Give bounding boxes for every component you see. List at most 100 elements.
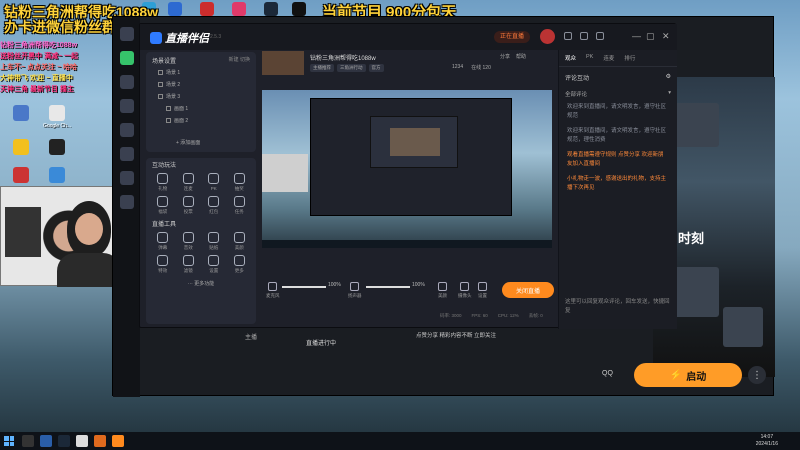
overlay-subtitle: 办卡进微信粉丝群 [4, 19, 116, 35]
launcher-nav-icon[interactable] [119, 195, 134, 209]
tool-item[interactable]: PK [201, 173, 227, 192]
launcher-nav-icon[interactable] [119, 51, 134, 65]
qq-login[interactable]: QQ [602, 370, 613, 377]
speaker-control[interactable]: 扬声器 [348, 282, 362, 299]
filter-icon[interactable]: ▾ [668, 90, 671, 98]
launcher-nav-icon[interactable] [119, 27, 134, 41]
speaker-icon [350, 282, 360, 291]
tab-pk[interactable]: PK [586, 54, 593, 62]
steam-icon[interactable] [58, 435, 70, 447]
music-icon[interactable] [200, 2, 214, 16]
tab-audience[interactable]: 观众 [565, 54, 576, 62]
desktop-icons: Google Ch... [4, 105, 74, 185]
task-view-icon[interactable] [40, 435, 52, 447]
scene-item[interactable]: 场景 2 [152, 79, 250, 90]
speaker-volume-slider[interactable] [366, 286, 410, 288]
tool-item[interactable]: 特效 [150, 255, 176, 274]
comments-filter[interactable]: 全部评论 [565, 90, 587, 98]
app-icon[interactable] [168, 2, 182, 16]
search-icon[interactable] [22, 435, 34, 447]
app-icon[interactable] [94, 435, 106, 447]
app-logo: 直播伴侣 [150, 30, 209, 46]
mic-control[interactable]: 麦克风 [266, 282, 280, 299]
game-tile[interactable] [723, 307, 763, 347]
tool-item[interactable]: 音效 [176, 232, 202, 251]
tool-item[interactable]: 投票 [176, 196, 202, 215]
tool-item[interactable]: 任务 [227, 196, 253, 215]
scene-panel-actions[interactable]: 新建 切换 [229, 56, 250, 63]
launcher-nav-icon[interactable] [119, 123, 134, 137]
tab-rank[interactable]: 排行 [624, 54, 635, 62]
desktop-icon[interactable] [40, 139, 74, 157]
scene-item[interactable]: 画面 1 [152, 103, 250, 114]
launcher-nav-icon[interactable] [119, 171, 134, 185]
launcher-nav-icon[interactable] [119, 99, 134, 113]
panel-settings-icon[interactable]: ⚙ [666, 73, 671, 82]
desktop-icon[interactable] [40, 167, 74, 185]
tool-icon [157, 173, 169, 184]
scene-item[interactable]: 场景 1 [152, 67, 250, 78]
desktop-icon[interactable]: Google Ch... [40, 105, 74, 129]
tool-item[interactable]: 红包 [201, 196, 227, 215]
tool-label: PK [210, 186, 217, 191]
tool-item[interactable]: 美颜 [227, 232, 253, 251]
streaming-app-window: 直播伴侣 2.5.3 正在直播 — ▢ ✕ 场景设置 新建 切换 场景 1 场景… [139, 23, 677, 329]
chrome-icon [49, 105, 65, 121]
tool-item[interactable]: 抽奖 [227, 173, 253, 192]
game-tile[interactable] [673, 103, 719, 147]
game-icon[interactable] [232, 2, 246, 16]
stop-live-button[interactable]: 关闭直播 [502, 282, 554, 298]
settings-icon[interactable] [580, 32, 588, 40]
desktop-icon[interactable] [4, 105, 38, 129]
live-app-icon[interactable] [112, 435, 124, 447]
game-tile[interactable] [673, 267, 719, 317]
tool-item[interactable]: 连麦 [176, 173, 202, 192]
tool-item[interactable]: 设置 [201, 255, 227, 274]
live-status-badge[interactable]: 正在直播 [494, 31, 531, 43]
tool-label: 抽奖 [234, 186, 244, 191]
start-game-button[interactable]: ⚡ 启动 [634, 363, 742, 387]
tool-item[interactable]: 贴纸 [201, 232, 227, 251]
tool-item[interactable]: 弹幕 [150, 232, 176, 251]
scene-item[interactable]: 画面 2 [152, 115, 250, 126]
mic-volume-slider[interactable] [282, 286, 326, 288]
maximize-icon[interactable]: ▢ [646, 31, 655, 42]
system-clock[interactable]: 14:07 2024/1/16 [756, 434, 778, 448]
share-button[interactable]: 分享 [500, 53, 510, 60]
tool-item[interactable]: 福袋 [150, 196, 176, 215]
menu-icon[interactable] [596, 32, 604, 40]
more-options-button[interactable]: ⋮ [748, 366, 766, 384]
tool-label: 弹幕 [158, 245, 168, 250]
launcher-nav-icon[interactable] [119, 75, 134, 89]
tool-item[interactable]: 滤镜 [176, 255, 202, 274]
video-icon[interactable] [292, 2, 306, 16]
tool-item[interactable]: 礼物 [150, 173, 176, 192]
launcher-nav-icon[interactable] [119, 147, 134, 161]
room-title: 钻粉三角洲帮得吃1088w [310, 56, 376, 62]
camera-icon [460, 282, 470, 291]
message-icon[interactable] [564, 32, 572, 40]
scene-item[interactable]: 场景 3 [152, 91, 250, 102]
settings-control[interactable]: 设置 [478, 282, 487, 299]
beauty-control[interactable]: 美颜 [438, 282, 447, 299]
chrome-icon[interactable] [76, 435, 88, 447]
room-cover[interactable] [262, 51, 304, 75]
tab-lianmai[interactable]: 连麦 [603, 54, 614, 62]
stream-preview[interactable] [262, 90, 552, 248]
steam-icon[interactable] [264, 2, 278, 16]
desktop-icon[interactable] [4, 167, 38, 185]
help-button[interactable]: 帮助 [516, 53, 526, 60]
tool-item[interactable]: 更多 [227, 255, 253, 274]
close-icon[interactable]: ✕ [662, 31, 670, 42]
add-scene-button[interactable]: + 添加画面 [176, 139, 200, 146]
comment-input[interactable]: 这里可以回复观众评论，回车发送，快捷回复 [565, 298, 671, 316]
start-button[interactable] [4, 436, 14, 446]
tool-icon [208, 232, 220, 243]
tools2-grid: 弹幕 音效 贴纸 美颜特效 滤镜 设置 更多 [146, 230, 256, 276]
more-tools-button[interactable]: ··· 更多功能 [146, 280, 256, 287]
tool-icon [182, 232, 194, 243]
avatar[interactable] [540, 29, 555, 44]
camera-control[interactable]: 摄像头 [458, 282, 472, 299]
minimize-icon[interactable]: — [632, 31, 641, 41]
desktop-icon[interactable] [4, 139, 38, 157]
